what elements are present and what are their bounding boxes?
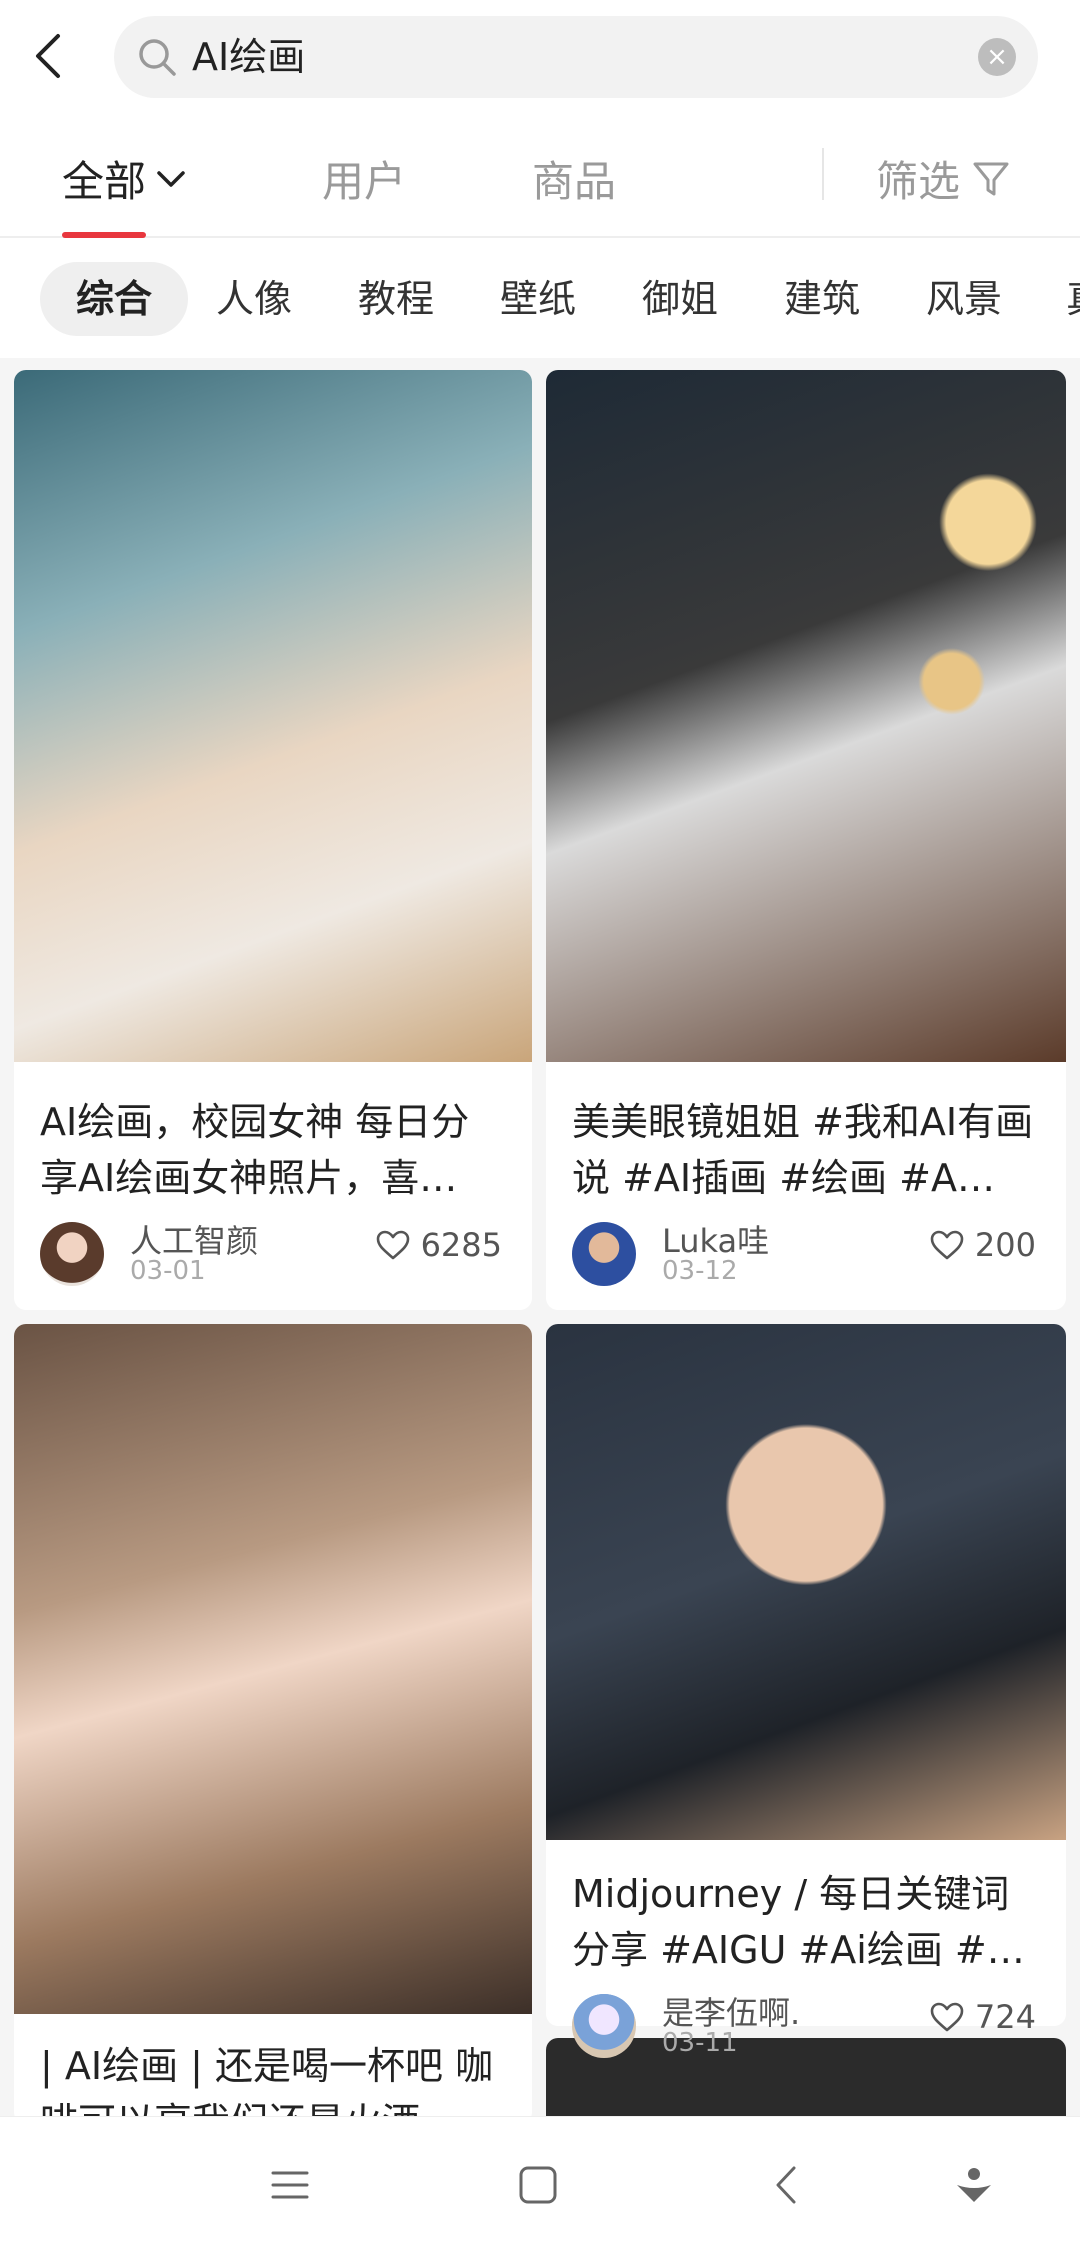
result-type-tabs: 全部 用户 商品 筛选 [0, 112, 1080, 238]
note-title[interactable]: | AI绘画 | 还是喝一杯吧 咖啡可以享我们还是火酒… [40, 2038, 506, 2116]
note-cover-image[interactable] [546, 370, 1066, 1062]
avatar[interactable] [40, 1222, 104, 1286]
chip-architecture[interactable]: 建筑 [784, 262, 860, 336]
search-query[interactable]: AI绘画 [192, 16, 305, 98]
chip-comprehensive[interactable]: 综合 [40, 262, 189, 336]
chip-more[interactable]: 真 [1066, 262, 1080, 336]
note-title[interactable]: AI绘画，校园女神 每日分享AI绘画女神照片，喜… [40, 1094, 506, 1206]
assistant-button[interactable] [944, 2155, 1004, 2215]
square-icon [519, 2166, 557, 2204]
search-icon [139, 39, 176, 76]
note-title[interactable]: Midjourney / 每日关键词分享 #AIGU #Ai绘画 #… [572, 1866, 1040, 1978]
post-date: 03-12 [662, 1256, 738, 1286]
tab-users[interactable]: 用户 [322, 148, 406, 209]
chevron-down-icon [157, 170, 185, 187]
close-icon: × [986, 42, 1008, 72]
tab-all[interactable]: 全部 [62, 148, 186, 209]
chevron-left-icon [36, 34, 60, 78]
avatar[interactable] [572, 1994, 636, 2058]
note-card[interactable]: Midjourney / 每日关键词分享 #AIGU #Ai绘画 #… [546, 1324, 1066, 2026]
chip-scenery[interactable]: 风景 [926, 262, 1002, 336]
tab-divider [822, 148, 824, 200]
filter-label: 筛选 [876, 157, 961, 206]
filter-button[interactable]: 筛选 [876, 148, 1010, 209]
card4-footer-anchor: 是李伍啊. 03-11 724 [546, 1324, 1066, 2058]
avatar[interactable] [572, 1222, 636, 1286]
active-tab-indicator [62, 232, 146, 238]
note-cover-image[interactable] [546, 1324, 1066, 1840]
category-chips: 综合 人像 教程 壁纸 御姐 建筑 风景 真 [0, 240, 1080, 358]
assistant-icon [957, 2168, 991, 2202]
results-feed[interactable]: AI绘画，校园女神 每日分享AI绘画女神照片，喜… 人工智颜 03-01 628… [0, 358, 1080, 2116]
home-button[interactable] [508, 2155, 568, 2215]
like-count: 6285 [420, 1226, 502, 1264]
note-card[interactable]: | AI绘画 | 还是喝一杯吧 咖啡可以享我们还是火酒… [14, 1324, 532, 2116]
chip-mature-lady[interactable]: 御姐 [642, 262, 718, 336]
like-button[interactable]: 200 [929, 1226, 1036, 1264]
tab-goods[interactable]: 商品 [532, 148, 616, 209]
note-card[interactable]: AI绘画，校园女神 每日分享AI绘画女神照片，喜… 人工智颜 03-01 628… [14, 370, 532, 1310]
back-button[interactable] [28, 28, 68, 84]
chevron-left-icon [776, 2166, 796, 2204]
chip-portrait[interactable]: 人像 [216, 262, 292, 336]
tab-all-label: 全部 [62, 157, 147, 206]
post-date: 03-11 [662, 2028, 738, 2058]
menu-button[interactable] [260, 2155, 320, 2215]
like-count: 724 [974, 1998, 1036, 2036]
post-date: 03-01 [130, 1256, 206, 1286]
search-input[interactable]: AI绘画 × [114, 16, 1038, 98]
like-button[interactable]: 6285 [375, 1226, 502, 1264]
system-navigation-bar [0, 2116, 1080, 2246]
filter-icon [973, 162, 1009, 195]
note-cover-image[interactable] [14, 1324, 532, 2014]
heart-icon [376, 1230, 409, 1260]
note-cover-image[interactable] [14, 370, 532, 1062]
menu-icon [271, 2171, 309, 2199]
heart-icon [930, 2002, 964, 2032]
note-title[interactable]: 美美眼镜姐姐 #我和AI有画说 #AI插画 #绘画 #A… [572, 1094, 1040, 1206]
chip-wallpaper[interactable]: 壁纸 [500, 262, 576, 336]
like-button[interactable]: 724 [929, 1998, 1036, 2036]
like-count: 200 [974, 1226, 1036, 1264]
clear-search-button[interactable]: × [978, 38, 1016, 76]
search-header: AI绘画 × [0, 0, 1080, 112]
back-nav-button[interactable] [756, 2155, 816, 2215]
chip-tutorial[interactable]: 教程 [358, 262, 434, 336]
note-card[interactable]: 美美眼镜姐姐 #我和AI有画说 #AI插画 #绘画 #A… Luka哇 03-1… [546, 370, 1066, 1310]
heart-icon [930, 1230, 964, 1260]
